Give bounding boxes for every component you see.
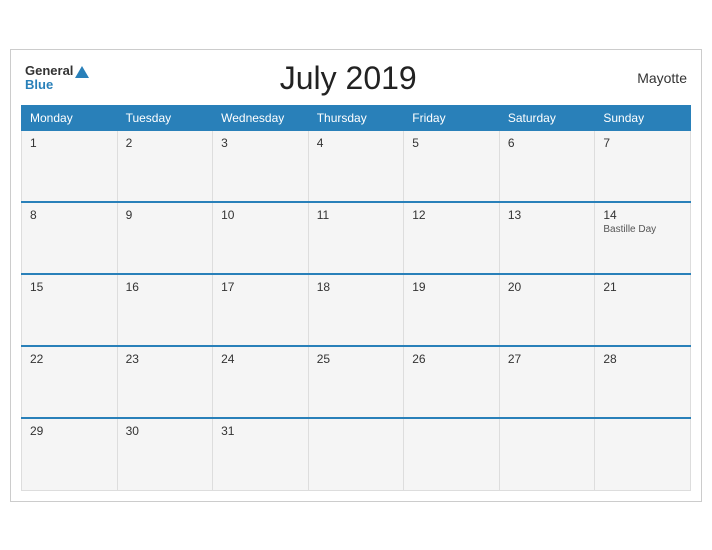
calendar-cell: 14 Bastille Day (595, 202, 691, 274)
calendar-cell: 8 (22, 202, 118, 274)
weekday-header-saturday: Saturday (499, 105, 595, 130)
day-number: 8 (30, 208, 109, 222)
calendar-cell: 6 (499, 130, 595, 202)
day-number: 21 (603, 280, 682, 294)
calendar-cell: 5 (404, 130, 500, 202)
day-number: 4 (317, 136, 396, 150)
day-number: 7 (603, 136, 682, 150)
day-number: 19 (412, 280, 491, 294)
calendar-cell: 21 (595, 274, 691, 346)
weekday-header-friday: Friday (404, 105, 500, 130)
day-number: 3 (221, 136, 300, 150)
week-row-3: 15 16 17 18 19 20 21 (22, 274, 691, 346)
day-number: 6 (508, 136, 587, 150)
calendar-cell (499, 418, 595, 490)
calendar-cell: 28 (595, 346, 691, 418)
day-number: 14 (603, 208, 682, 222)
day-number: 16 (126, 280, 205, 294)
day-number: 30 (126, 424, 205, 438)
weekday-header-monday: Monday (22, 105, 118, 130)
day-number: 10 (221, 208, 300, 222)
calendar-title: July 2019 (89, 60, 607, 97)
week-row-5: 29 30 31 (22, 418, 691, 490)
calendar-cell: 3 (213, 130, 309, 202)
calendar-cell: 4 (308, 130, 404, 202)
calendar-cell: 10 (213, 202, 309, 274)
weekday-header-tuesday: Tuesday (117, 105, 213, 130)
calendar-cell: 2 (117, 130, 213, 202)
calendar-cell: 30 (117, 418, 213, 490)
weekday-header-sunday: Sunday (595, 105, 691, 130)
calendar-cell: 16 (117, 274, 213, 346)
day-number: 1 (30, 136, 109, 150)
calendar-cell: 1 (22, 130, 118, 202)
calendar-cell: 7 (595, 130, 691, 202)
calendar-cell: 22 (22, 346, 118, 418)
calendar-cell: 15 (22, 274, 118, 346)
calendar-cell: 17 (213, 274, 309, 346)
calendar-cell (595, 418, 691, 490)
weekday-header-wednesday: Wednesday (213, 105, 309, 130)
logo-triangle-icon (75, 66, 89, 78)
calendar-cell: 9 (117, 202, 213, 274)
week-row-1: 1 2 3 4 5 6 7 (22, 130, 691, 202)
calendar-cell: 23 (117, 346, 213, 418)
weekday-header-row: MondayTuesdayWednesdayThursdayFridaySatu… (22, 105, 691, 130)
calendar-cell: 11 (308, 202, 404, 274)
calendar-cell: 27 (499, 346, 595, 418)
day-number: 31 (221, 424, 300, 438)
calendar-cell: 12 (404, 202, 500, 274)
event-label: Bastille Day (603, 224, 682, 235)
day-number: 11 (317, 208, 396, 222)
calendar-cell: 13 (499, 202, 595, 274)
calendar-cell: 31 (213, 418, 309, 490)
calendar-table: MondayTuesdayWednesdayThursdayFridaySatu… (21, 105, 691, 491)
day-number: 5 (412, 136, 491, 150)
calendar-header: General Blue July 2019 Mayotte (21, 60, 691, 97)
calendar-cell (308, 418, 404, 490)
weekday-header-thursday: Thursday (308, 105, 404, 130)
calendar-cell (404, 418, 500, 490)
day-number: 24 (221, 352, 300, 366)
calendar-region: Mayotte (607, 70, 687, 86)
calendar-cell: 18 (308, 274, 404, 346)
calendar-container: General Blue July 2019 Mayotte MondayTue… (10, 49, 702, 502)
day-number: 28 (603, 352, 682, 366)
week-row-4: 22 23 24 25 26 27 28 (22, 346, 691, 418)
day-number: 29 (30, 424, 109, 438)
calendar-cell: 26 (404, 346, 500, 418)
logo-blue-text: Blue (25, 78, 53, 92)
calendar-cell: 19 (404, 274, 500, 346)
day-number: 12 (412, 208, 491, 222)
day-number: 2 (126, 136, 205, 150)
day-number: 20 (508, 280, 587, 294)
day-number: 13 (508, 208, 587, 222)
calendar-cell: 20 (499, 274, 595, 346)
calendar-cell: 24 (213, 346, 309, 418)
logo-general-text: General (25, 64, 73, 78)
day-number: 18 (317, 280, 396, 294)
day-number: 17 (221, 280, 300, 294)
day-number: 22 (30, 352, 109, 366)
day-number: 27 (508, 352, 587, 366)
logo: General Blue (25, 64, 89, 93)
week-row-2: 8 9 10 11 12 13 14 Bastille Day (22, 202, 691, 274)
calendar-cell: 29 (22, 418, 118, 490)
day-number: 9 (126, 208, 205, 222)
day-number: 23 (126, 352, 205, 366)
day-number: 26 (412, 352, 491, 366)
day-number: 25 (317, 352, 396, 366)
calendar-cell: 25 (308, 346, 404, 418)
day-number: 15 (30, 280, 109, 294)
